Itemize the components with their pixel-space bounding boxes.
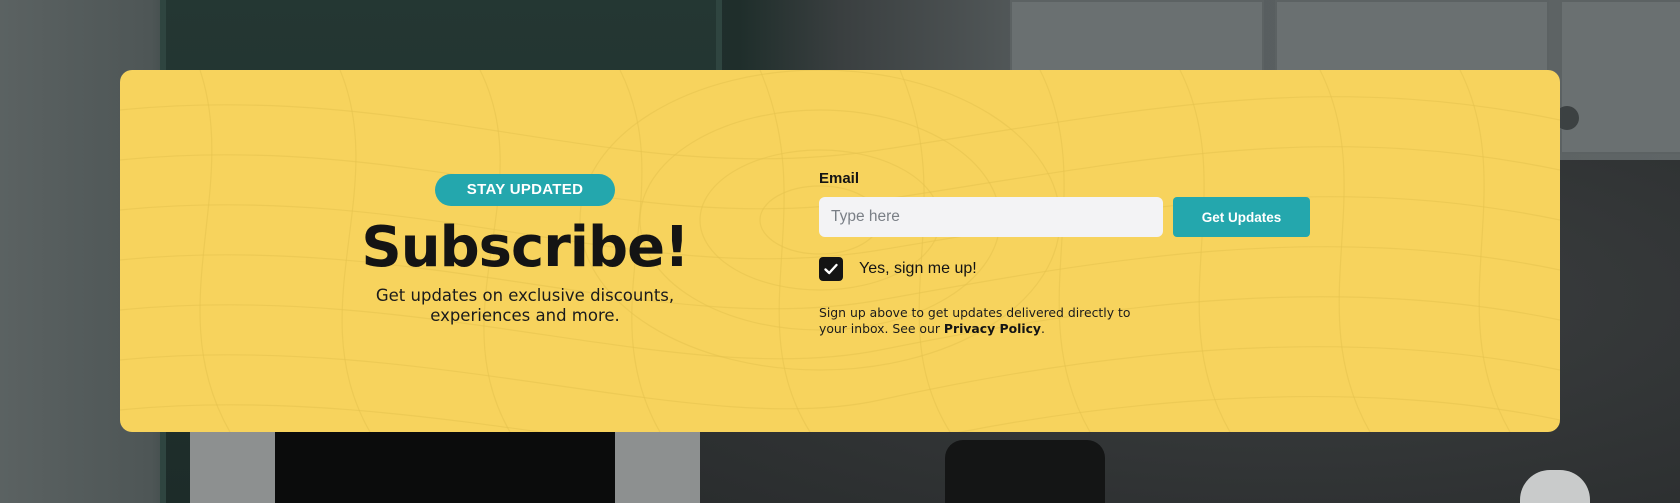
get-updates-button[interactable]: Get Updates [1173,197,1310,237]
background-wall-cabinet [1560,0,1680,154]
background-oven-window [275,420,615,503]
subscribe-intro: STAY UPDATED Subscribe! Get updates on e… [330,174,720,326]
subtitle-line: experiences and more. [430,306,620,325]
subscribe-form: Email Get Updates Yes, sign me up! Sign … [819,170,1339,337]
consent-row: Yes, sign me up! [819,257,1339,281]
check-icon [824,263,838,275]
email-form-row: Get Updates [819,197,1339,237]
background-kettle [945,440,1105,503]
privacy-policy-link[interactable]: Privacy Policy [944,321,1041,336]
email-label: Email [819,170,860,187]
subscribe-card: STAY UPDATED Subscribe! Get updates on e… [120,70,1560,432]
stay-updated-badge: STAY UPDATED [434,174,616,206]
fine-print: Sign up above to get updates delivered d… [819,305,1149,337]
subtitle: Get updates on exclusive discounts, expe… [330,286,720,326]
consent-checkbox[interactable] [819,257,843,281]
subtitle-line: Get updates on exclusive discounts, [375,286,675,305]
consent-label: Yes, sign me up! [859,260,977,277]
fine-print-suffix: . [1041,321,1045,336]
page-title: Subscribe! [361,215,689,280]
email-input[interactable] [819,197,1163,237]
